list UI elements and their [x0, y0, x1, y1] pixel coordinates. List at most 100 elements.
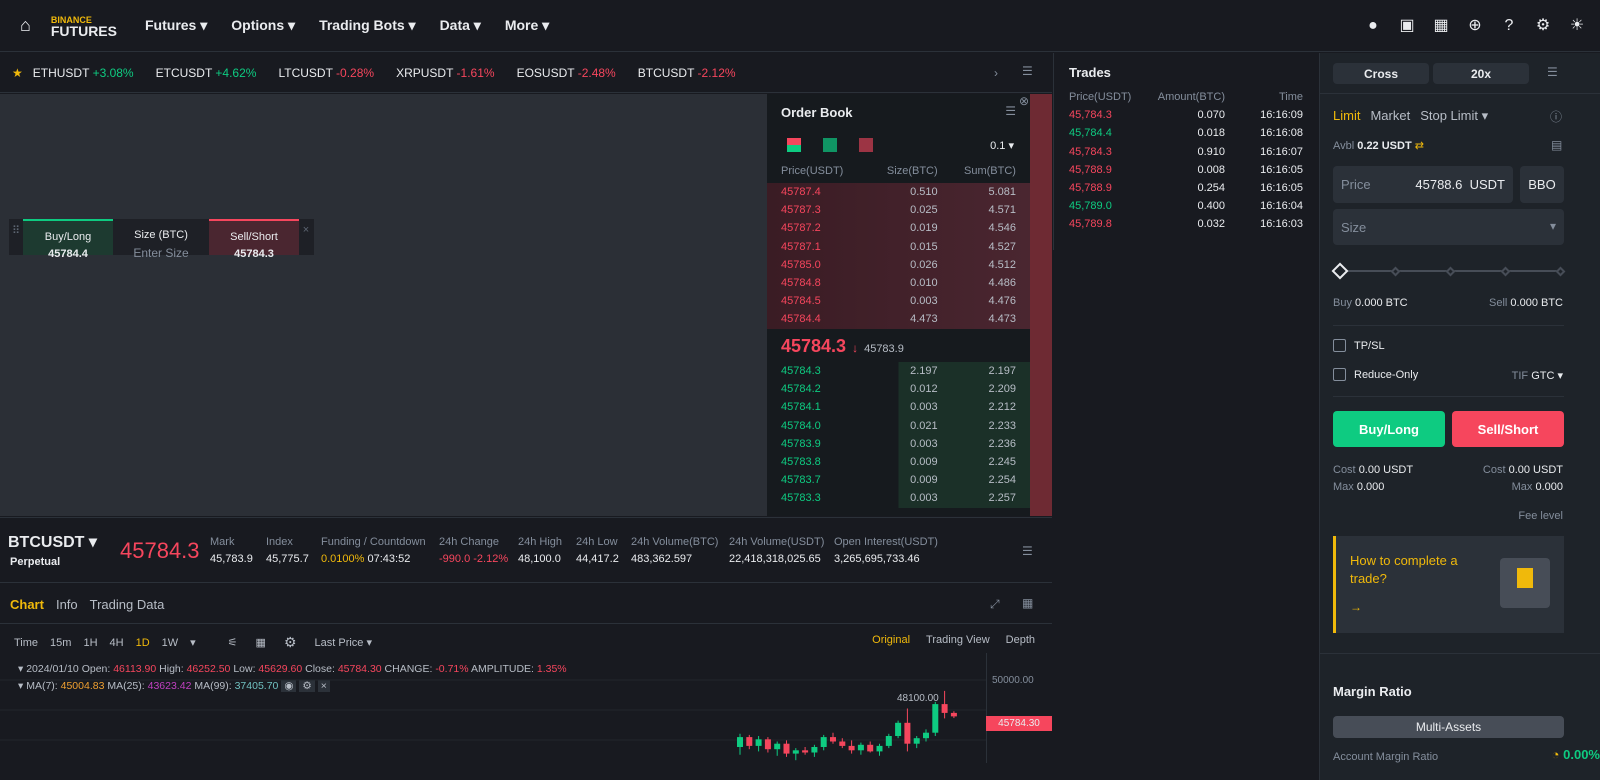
settings-icon[interactable]: ☰ — [1547, 65, 1558, 79]
grid-icon[interactable]: ▦ — [1022, 596, 1033, 610]
chevron-down-icon[interactable]: ▾ — [190, 636, 196, 649]
wallet-icon[interactable]: ▣ — [1398, 17, 1416, 35]
view-bids-icon[interactable] — [823, 138, 837, 152]
logo[interactable]: BINANCE FUTURES — [51, 15, 117, 38]
order-book-row[interactable]: 45784.0 0.021 2.233 — [767, 416, 1030, 435]
menu-data[interactable]: Data ▾ — [440, 17, 481, 34]
chevron-right-icon[interactable]: › — [994, 66, 998, 80]
order-book-row[interactable]: 45783.8 0.009 2.245 — [767, 452, 1030, 472]
buy-long-button[interactable]: Buy/Long — [1333, 411, 1445, 447]
ticker-item[interactable]: BTCUSDT -2.12% — [638, 66, 736, 80]
candle-body — [783, 743, 790, 754]
price-input[interactable]: Price 45788.6 USDT — [1333, 166, 1513, 203]
indicator-icon[interactable]: ⚟ — [228, 636, 238, 649]
order-book-row[interactable]: 45787.3 0.025 4.571 — [767, 201, 1030, 220]
tab-info[interactable]: Info — [56, 597, 78, 612]
sell-short-button[interactable]: Sell/Short — [1452, 411, 1564, 447]
order-book-row[interactable]: 45783.9 0.003 2.236 — [767, 434, 1030, 453]
quick-buy-button[interactable]: Buy/Long 45784.4 — [23, 219, 113, 260]
account-icon[interactable]: ● — [1364, 17, 1382, 35]
bbo-button[interactable]: BBO — [1520, 166, 1564, 203]
order-book-row[interactable]: 45783.7 0.009 2.254 — [767, 471, 1030, 490]
leverage-button[interactable]: 20x — [1433, 63, 1529, 84]
unit-select[interactable]: ▾ — [1550, 219, 1556, 233]
ticker-item[interactable]: ETHUSDT +3.08% — [33, 66, 134, 80]
candle-body — [764, 739, 771, 750]
fee-level-link[interactable]: Fee level — [1518, 510, 1563, 522]
order-book-row[interactable]: 45784.1 0.003 2.212 — [767, 398, 1030, 417]
help-icon[interactable]: ? — [1500, 17, 1518, 35]
slider-step[interactable] — [1331, 262, 1349, 280]
transfer-icon[interactable]: ⇄ — [1415, 140, 1424, 152]
tick-size-select[interactable]: 0.1 ▾ — [990, 139, 1014, 152]
settings-icon[interactable]: ☰ — [1022, 544, 1033, 558]
menu-options[interactable]: Options ▾ — [231, 17, 295, 34]
close-icon[interactable]: ⊗ — [1019, 94, 1029, 108]
size-input[interactable]: Size ▾ — [1333, 209, 1564, 245]
quick-size-input[interactable]: Size (BTC) Enter Size — [113, 219, 209, 260]
settings-icon[interactable]: ☰ — [1005, 104, 1016, 118]
reduce-only-checkbox[interactable]: Reduce-Only — [1333, 368, 1418, 381]
order-book-row[interactable]: 45784.3 2.197 2.197 — [767, 362, 1030, 381]
symbol-select[interactable]: BTCUSDT ▾ — [8, 532, 97, 552]
promo-card[interactable]: How to complete a trade? → — [1333, 536, 1564, 633]
interval-1h[interactable]: 1H — [83, 637, 97, 649]
menu-more[interactable]: More ▾ — [505, 17, 549, 34]
order-book-row[interactable]: 45783.3 0.003 2.257 — [767, 489, 1030, 508]
orders-icon[interactable]: ▦ — [1432, 17, 1450, 35]
tab-limit[interactable]: Limit — [1333, 108, 1360, 124]
slider-step[interactable] — [1555, 266, 1565, 276]
ticker-item[interactable]: XRPUSDT -1.61% — [396, 66, 495, 80]
order-book-row[interactable]: 45787.2 0.019 4.546 — [767, 219, 1030, 238]
drag-handle[interactable]: ⠿ — [9, 219, 23, 255]
view-both-icon[interactable] — [787, 138, 801, 152]
multi-assets-button[interactable]: Multi-Assets — [1333, 716, 1564, 738]
home-icon[interactable]: ⌂ — [20, 15, 31, 36]
interval-4h[interactable]: 4H — [110, 637, 124, 649]
calculator-icon[interactable]: ▤ — [1551, 138, 1562, 152]
settings-icon[interactable]: ☰ — [1022, 64, 1033, 78]
interval-time[interactable]: Time — [14, 637, 38, 649]
order-book-row[interactable]: 45785.0 0.026 4.512 — [767, 255, 1030, 274]
view-asks-icon[interactable] — [859, 138, 873, 152]
language-icon[interactable]: ⊕ — [1466, 17, 1484, 35]
order-book-row[interactable]: 45784.8 0.010 4.486 — [767, 273, 1030, 293]
interval-1d[interactable]: 1D — [136, 637, 150, 649]
candlestick-chart[interactable] — [0, 653, 1052, 763]
gear-icon[interactable]: ⚙ — [1534, 17, 1552, 35]
layout-icon[interactable]: ▦ — [256, 636, 266, 649]
ticker-item[interactable]: ETCUSDT +4.62% — [156, 66, 257, 80]
price-type-select[interactable]: Last Price ▾ — [315, 636, 373, 649]
view-original[interactable]: Original — [872, 634, 910, 646]
tab-chart[interactable]: Chart — [10, 597, 44, 612]
order-book-row[interactable]: 45787.4 0.510 5.081 — [767, 183, 1030, 202]
tif-select[interactable]: GTC ▾ — [1531, 370, 1563, 382]
ticker-item[interactable]: LTCUSDT -0.28% — [278, 66, 374, 80]
order-book-row[interactable]: 45787.1 0.015 4.527 — [767, 237, 1030, 256]
slider-step[interactable] — [1500, 266, 1510, 276]
slider-step[interactable] — [1390, 266, 1400, 276]
interval-1w[interactable]: 1W — [162, 637, 179, 649]
tab-stop-limit[interactable]: Stop Limit ▾ — [1420, 108, 1488, 124]
order-book-row[interactable]: 45784.4 4.473 4.473 — [767, 310, 1030, 329]
expand-icon[interactable]: ⤢ — [990, 597, 1000, 612]
theme-icon[interactable]: ☀ — [1568, 17, 1586, 35]
view-depth[interactable]: Depth — [1006, 634, 1035, 646]
order-book-row[interactable]: 45784.5 0.003 4.476 — [767, 292, 1030, 311]
quick-sell-button[interactable]: Sell/Short 45784.3 — [209, 219, 299, 260]
tab-trading-data[interactable]: Trading Data — [90, 597, 165, 612]
star-icon[interactable]: ★ — [12, 66, 23, 80]
view-trading-view[interactable]: Trading View — [926, 634, 990, 646]
ticker-item[interactable]: EOSUSDT -2.48% — [517, 66, 616, 80]
order-book-row[interactable]: 45784.2 0.012 2.209 — [767, 380, 1030, 399]
tab-market[interactable]: Market — [1370, 108, 1410, 124]
slider-step[interactable] — [1445, 266, 1455, 276]
tpsl-checkbox[interactable]: TP/SL — [1333, 339, 1385, 352]
menu-futures[interactable]: Futures ▾ — [145, 17, 207, 34]
interval-15m[interactable]: 15m — [50, 637, 71, 649]
margin-mode-button[interactable]: Cross — [1333, 63, 1429, 84]
close-icon[interactable]: × — [299, 219, 313, 255]
info-icon[interactable]: ⓘ — [1550, 108, 1562, 125]
menu-trading-bots[interactable]: Trading Bots ▾ — [319, 17, 415, 34]
gear-icon[interactable]: ⚙ — [284, 634, 297, 651]
